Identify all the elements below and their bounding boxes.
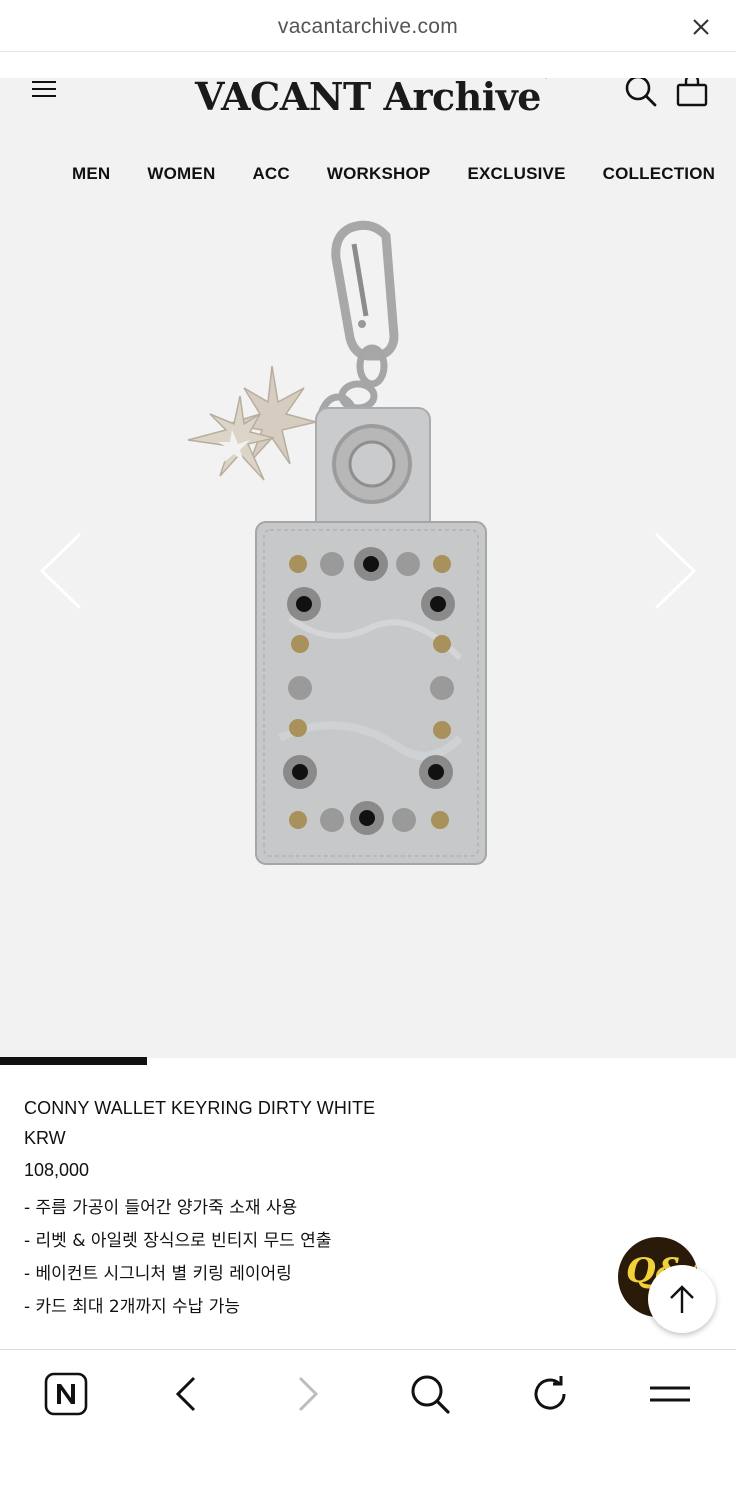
product-currency: KRW [24, 1128, 66, 1148]
logo-text: VACANT Archive [195, 78, 541, 119]
product-feature: - 베이컨트 시그니처 별 키링 레이어링 [24, 1264, 292, 1284]
close-icon[interactable] [692, 18, 710, 36]
spacer [0, 52, 736, 78]
forward-icon[interactable] [286, 1372, 330, 1416]
chevron-left-icon[interactable] [38, 530, 84, 612]
carousel-progress-bar [0, 1057, 148, 1065]
product-image[interactable] [180, 218, 510, 878]
nav-item-women[interactable]: WOMEN [147, 164, 215, 184]
category-nav: MEN WOMEN ACC WORKSHOP EXCLUSIVE COLLECTION [72, 164, 736, 184]
product-info: CONNY WALLET KEYRING DIRTY WHITE KRW 108… [24, 1098, 584, 1325]
nav-item-men[interactable]: MEN [72, 164, 110, 184]
product-page: VACANT Archive✦ MEN WOMEN ACC WORKSHOP EXCLU… [0, 78, 736, 1058]
menu-icon[interactable] [648, 1372, 692, 1416]
product-price: 108,000 [24, 1160, 90, 1180]
nav-item-workshop[interactable]: WORKSHOP [327, 164, 431, 184]
search-icon[interactable] [408, 1372, 452, 1416]
browser-toolbar [0, 1349, 736, 1500]
back-icon[interactable] [164, 1372, 208, 1416]
product-feature: - 리벳 & 아일렛 장식으로 빈티지 무드 연출 [24, 1231, 332, 1251]
chevron-right-icon[interactable] [652, 530, 698, 612]
arrow-up-icon [670, 1285, 694, 1313]
nav-item-exclusive[interactable]: EXCLUSIVE [467, 164, 565, 184]
nav-item-acc[interactable]: ACC [252, 164, 289, 184]
product-feature: - 카드 최대 2개까지 수납 가능 [24, 1297, 241, 1317]
url-text[interactable]: vacantarchive.com [0, 15, 736, 39]
scroll-top-button[interactable] [648, 1265, 716, 1333]
browser-url-bar[interactable]: vacantarchive.com [0, 0, 736, 52]
logo-star-icon: ✦ [537, 78, 555, 84]
shopping-bag-icon[interactable] [676, 78, 710, 108]
naver-home-icon[interactable] [44, 1372, 88, 1416]
search-icon[interactable] [624, 78, 658, 108]
product-name: CONNY WALLET KEYRING DIRTY WHITE [24, 1098, 376, 1118]
product-feature: - 주름 가공이 들어간 양가죽 소재 사용 [24, 1198, 298, 1218]
refresh-icon[interactable] [528, 1372, 572, 1416]
nav-item-collection[interactable]: COLLECTION [603, 164, 716, 184]
